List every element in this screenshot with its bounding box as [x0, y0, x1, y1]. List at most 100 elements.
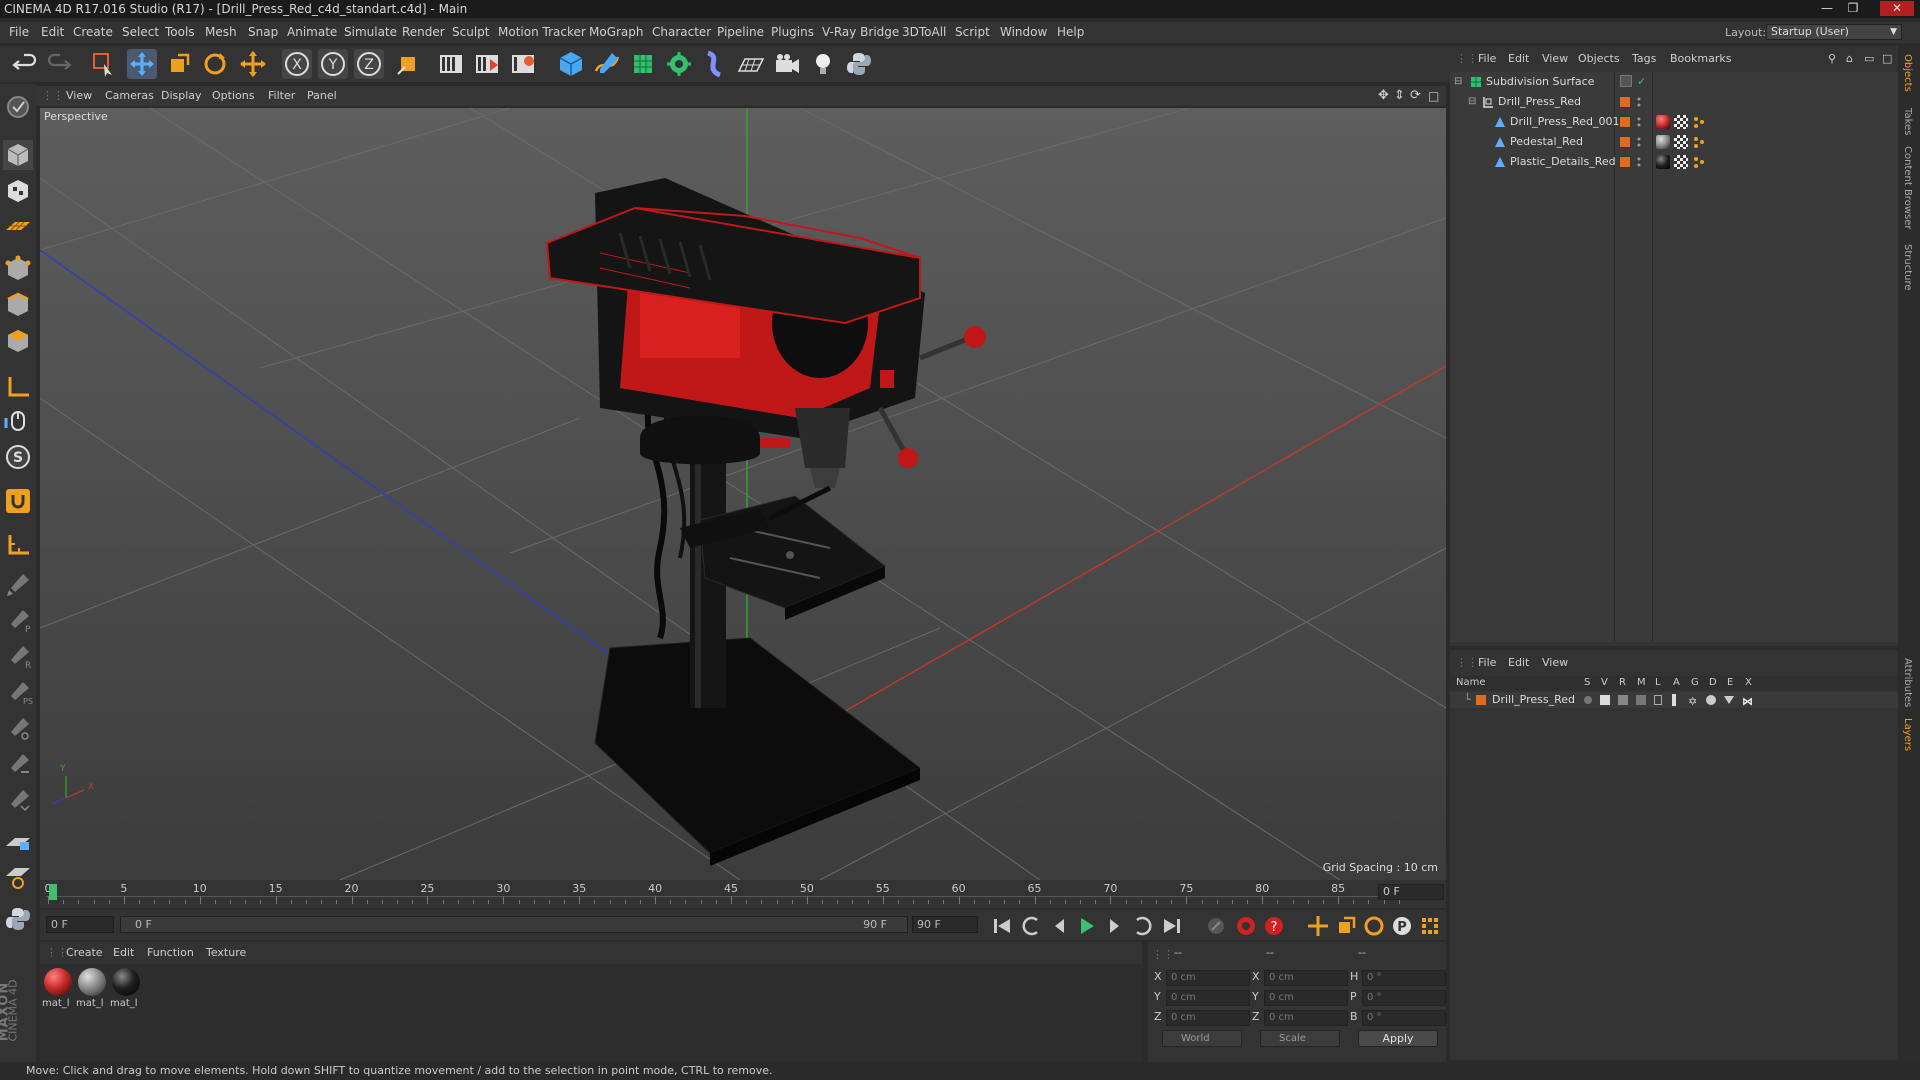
column-render[interactable]: R: [1619, 676, 1626, 690]
material-tag-icon[interactable]: [1656, 135, 1670, 149]
menu-file[interactable]: File: [9, 22, 29, 43]
y-axis-icon[interactable]: Y: [318, 49, 348, 79]
menu-snap[interactable]: Snap: [248, 22, 278, 43]
solo-toggle[interactable]: [1584, 696, 1592, 704]
python-icon[interactable]: [3, 904, 33, 934]
next-frame-icon[interactable]: [1102, 914, 1126, 938]
apply-button[interactable]: Apply: [1358, 1030, 1438, 1047]
animation-toggle-icon[interactable]: [1672, 694, 1676, 706]
previous-key-icon[interactable]: [1020, 914, 1044, 938]
smooth-icon[interactable]: PS: [3, 678, 33, 708]
menu-motion-tracker[interactable]: Motion Tracker: [498, 22, 586, 43]
menu-sculpt[interactable]: Sculpt: [452, 22, 489, 43]
object-row-pedestal-red[interactable]: Pedestal_Red: [1450, 132, 1898, 152]
om-menu-objects[interactable]: Objects: [1578, 50, 1620, 68]
close-icon[interactable]: ✕: [1880, 1, 1914, 16]
subdivision-icon[interactable]: [628, 49, 658, 79]
view-toggle-icon[interactable]: [1600, 695, 1610, 705]
object-row-drill-press-red[interactable]: ⊟ Drill_Press_Red: [1450, 92, 1898, 112]
new-window-icon[interactable]: □: [1882, 50, 1892, 68]
knife-icon[interactable]: [3, 714, 33, 744]
column-expressions[interactable]: E: [1727, 676, 1733, 690]
layer-color-swatch[interactable]: [1476, 695, 1486, 705]
previous-frame-icon[interactable]: [1048, 914, 1072, 938]
live-selection-icon[interactable]: [88, 49, 118, 79]
tab-objects[interactable]: Objects: [1902, 54, 1913, 92]
om-menu-bookmarks[interactable]: Bookmarks: [1670, 50, 1731, 68]
rotation-key-icon[interactable]: [1362, 914, 1386, 938]
om-menu-tags[interactable]: Tags: [1632, 50, 1656, 68]
manager-toggle-icon[interactable]: [1636, 695, 1646, 705]
column-manager[interactable]: M: [1637, 676, 1646, 690]
coordinate-mode-dropdown[interactable]: Scale: [1260, 1030, 1340, 1047]
material-menu-edit[interactable]: Edit: [113, 942, 134, 964]
render-picture-viewer-icon[interactable]: [472, 49, 502, 79]
rot-p-field[interactable]: 0 °: [1362, 990, 1446, 1006]
keyframe-selection-icon[interactable]: ?: [1262, 914, 1286, 938]
material-swatch[interactable]: mat_l: [42, 968, 74, 1009]
menu-edit[interactable]: Edit: [41, 22, 64, 43]
visibility-dots-icon[interactable]: [1637, 156, 1641, 168]
quantize-icon[interactable]: [3, 862, 33, 892]
filter-icon[interactable]: ▭: [1864, 50, 1874, 68]
search-icon[interactable]: ⚲: [1828, 50, 1836, 68]
go-to-start-icon[interactable]: [990, 914, 1014, 938]
pos-z-field[interactable]: 0 cm: [1166, 1010, 1250, 1026]
tab-structure[interactable]: Structure: [1902, 244, 1913, 291]
render-settings-icon[interactable]: [508, 49, 538, 79]
tab-takes[interactable]: Takes: [1902, 108, 1913, 135]
visibility-dots-icon[interactable]: [1637, 96, 1641, 108]
snap-icon[interactable]: [3, 530, 33, 560]
extrude-icon[interactable]: [3, 750, 33, 780]
expressions-toggle-icon[interactable]: [1724, 696, 1734, 704]
layer-color-swatch[interactable]: [1620, 157, 1630, 167]
om-menu-file[interactable]: File: [1478, 50, 1496, 68]
next-key-icon[interactable]: [1130, 914, 1154, 938]
lock-toggle-icon[interactable]: [1654, 695, 1662, 705]
column-solo[interactable]: S: [1584, 676, 1590, 690]
pos-y-field[interactable]: 0 cm: [1166, 990, 1250, 1006]
maximize-icon[interactable]: ❐: [1842, 1, 1864, 16]
array-icon[interactable]: [664, 49, 694, 79]
menu-simulate[interactable]: Simulate: [344, 22, 397, 43]
playhead[interactable]: [49, 884, 57, 900]
lm-menu-view[interactable]: View: [1542, 654, 1568, 672]
texture-tag-icon[interactable]: [1674, 115, 1688, 129]
pos-x-field[interactable]: 0 cm: [1166, 970, 1250, 986]
menu-tools[interactable]: Tools: [165, 22, 195, 43]
layer-color-swatch[interactable]: [1620, 97, 1630, 107]
menu-create[interactable]: Create: [73, 22, 113, 43]
viewport-maximize-icon[interactable]: □: [1428, 86, 1439, 106]
phong-tag-icon[interactable]: [1692, 115, 1706, 129]
render-toggle-icon[interactable]: [1618, 695, 1628, 705]
collapse-icon[interactable]: ⊟: [1468, 92, 1476, 112]
model-mode-icon[interactable]: [3, 140, 33, 170]
tab-attributes[interactable]: Attributes: [1902, 658, 1913, 707]
size-y-field[interactable]: 0 cm: [1264, 990, 1348, 1006]
tab-layers[interactable]: Layers: [1902, 718, 1913, 751]
sculpt-icon[interactable]: R: [3, 642, 33, 672]
lm-menu-file[interactable]: File: [1478, 654, 1496, 672]
autokey-icon[interactable]: [1234, 914, 1258, 938]
transform-icon[interactable]: [238, 49, 268, 79]
size-x-field[interactable]: 0 cm: [1264, 970, 1348, 986]
tweak-mode-icon[interactable]: [3, 406, 33, 436]
menu-help[interactable]: Help: [1057, 22, 1084, 43]
play-icon[interactable]: [1074, 914, 1098, 938]
generators-toggle-icon[interactable]: ✡: [1688, 694, 1697, 710]
record-icon[interactable]: [1204, 914, 1228, 938]
phong-tag-icon[interactable]: [1692, 135, 1706, 149]
om-menu-edit[interactable]: Edit: [1508, 50, 1529, 68]
object-row-plastic-details-red[interactable]: Plastic_Details_Red: [1450, 152, 1898, 172]
points-mode-icon[interactable]: [3, 254, 33, 284]
coordinate-space-dropdown[interactable]: World: [1162, 1030, 1242, 1047]
material-swatch[interactable]: mat_l: [110, 968, 142, 1009]
viewport-menu-cameras[interactable]: Cameras: [105, 86, 154, 106]
viewport-rotate-icon[interactable]: ⟳: [1410, 86, 1421, 106]
layer-color-swatch[interactable]: [1620, 137, 1630, 147]
column-deformers[interactable]: D: [1709, 676, 1717, 690]
deformers-toggle-icon[interactable]: [1706, 695, 1716, 705]
menu-window[interactable]: Window: [1000, 22, 1047, 43]
deformer-icon[interactable]: [700, 49, 730, 79]
render-view-icon[interactable]: [436, 49, 466, 79]
